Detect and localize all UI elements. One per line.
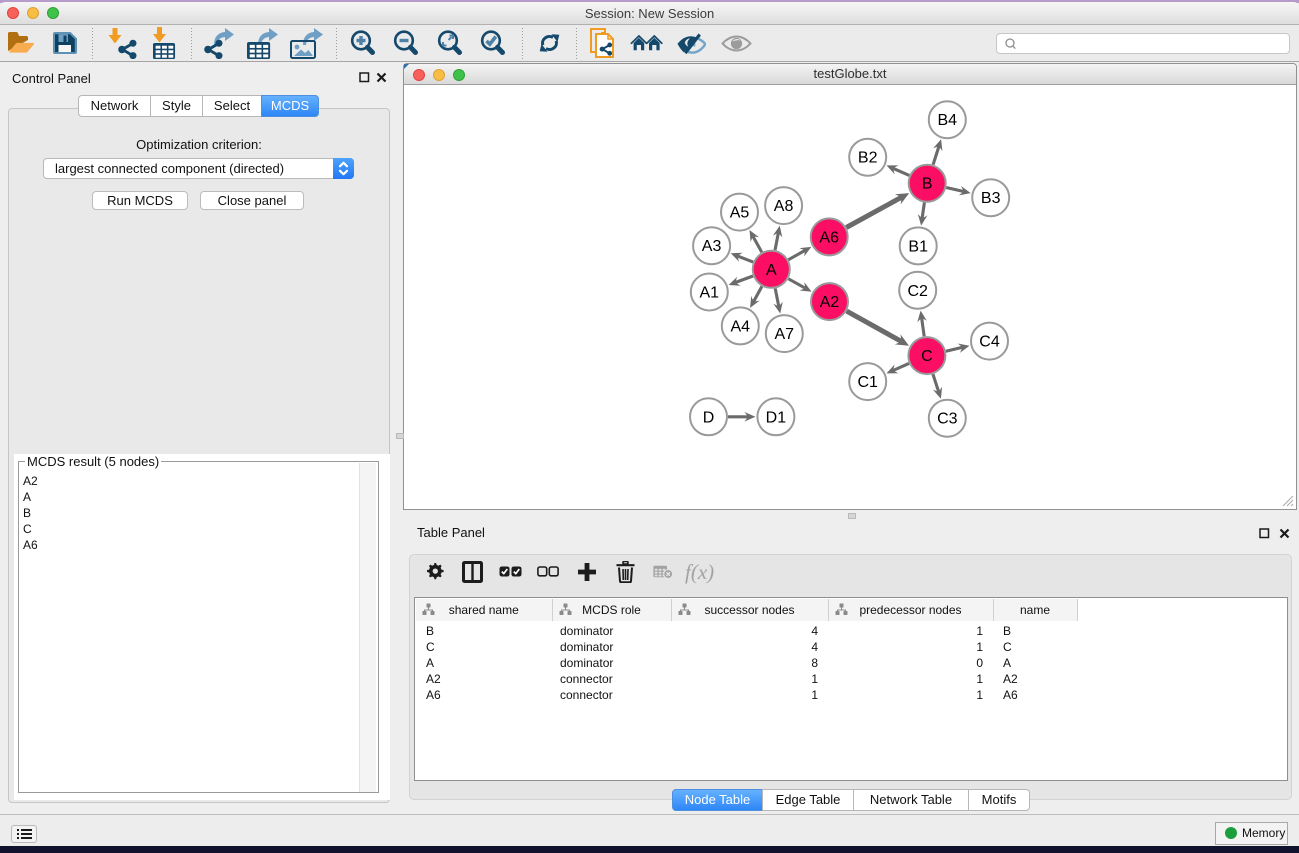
svg-text:C4: C4 xyxy=(979,334,1000,351)
svg-text:A5: A5 xyxy=(730,205,750,222)
svg-text:B1: B1 xyxy=(908,238,928,255)
svg-text:C2: C2 xyxy=(907,283,928,300)
svg-text:B4: B4 xyxy=(938,112,958,129)
svg-text:B: B xyxy=(922,176,933,193)
svg-text:A3: A3 xyxy=(702,238,722,255)
svg-text:A7: A7 xyxy=(775,326,795,343)
svg-text:A2: A2 xyxy=(820,294,840,311)
svg-text:A4: A4 xyxy=(731,318,751,335)
svg-text:C3: C3 xyxy=(937,411,958,428)
svg-text:A1: A1 xyxy=(700,285,720,302)
svg-text:B3: B3 xyxy=(981,190,1001,207)
svg-text:B2: B2 xyxy=(858,150,878,167)
svg-text:A: A xyxy=(766,262,777,279)
svg-text:D1: D1 xyxy=(766,409,787,426)
svg-text:A8: A8 xyxy=(774,198,794,215)
svg-text:C: C xyxy=(921,348,933,365)
svg-text:D: D xyxy=(703,409,715,426)
svg-text:C1: C1 xyxy=(857,374,878,391)
svg-text:A6: A6 xyxy=(819,229,839,246)
